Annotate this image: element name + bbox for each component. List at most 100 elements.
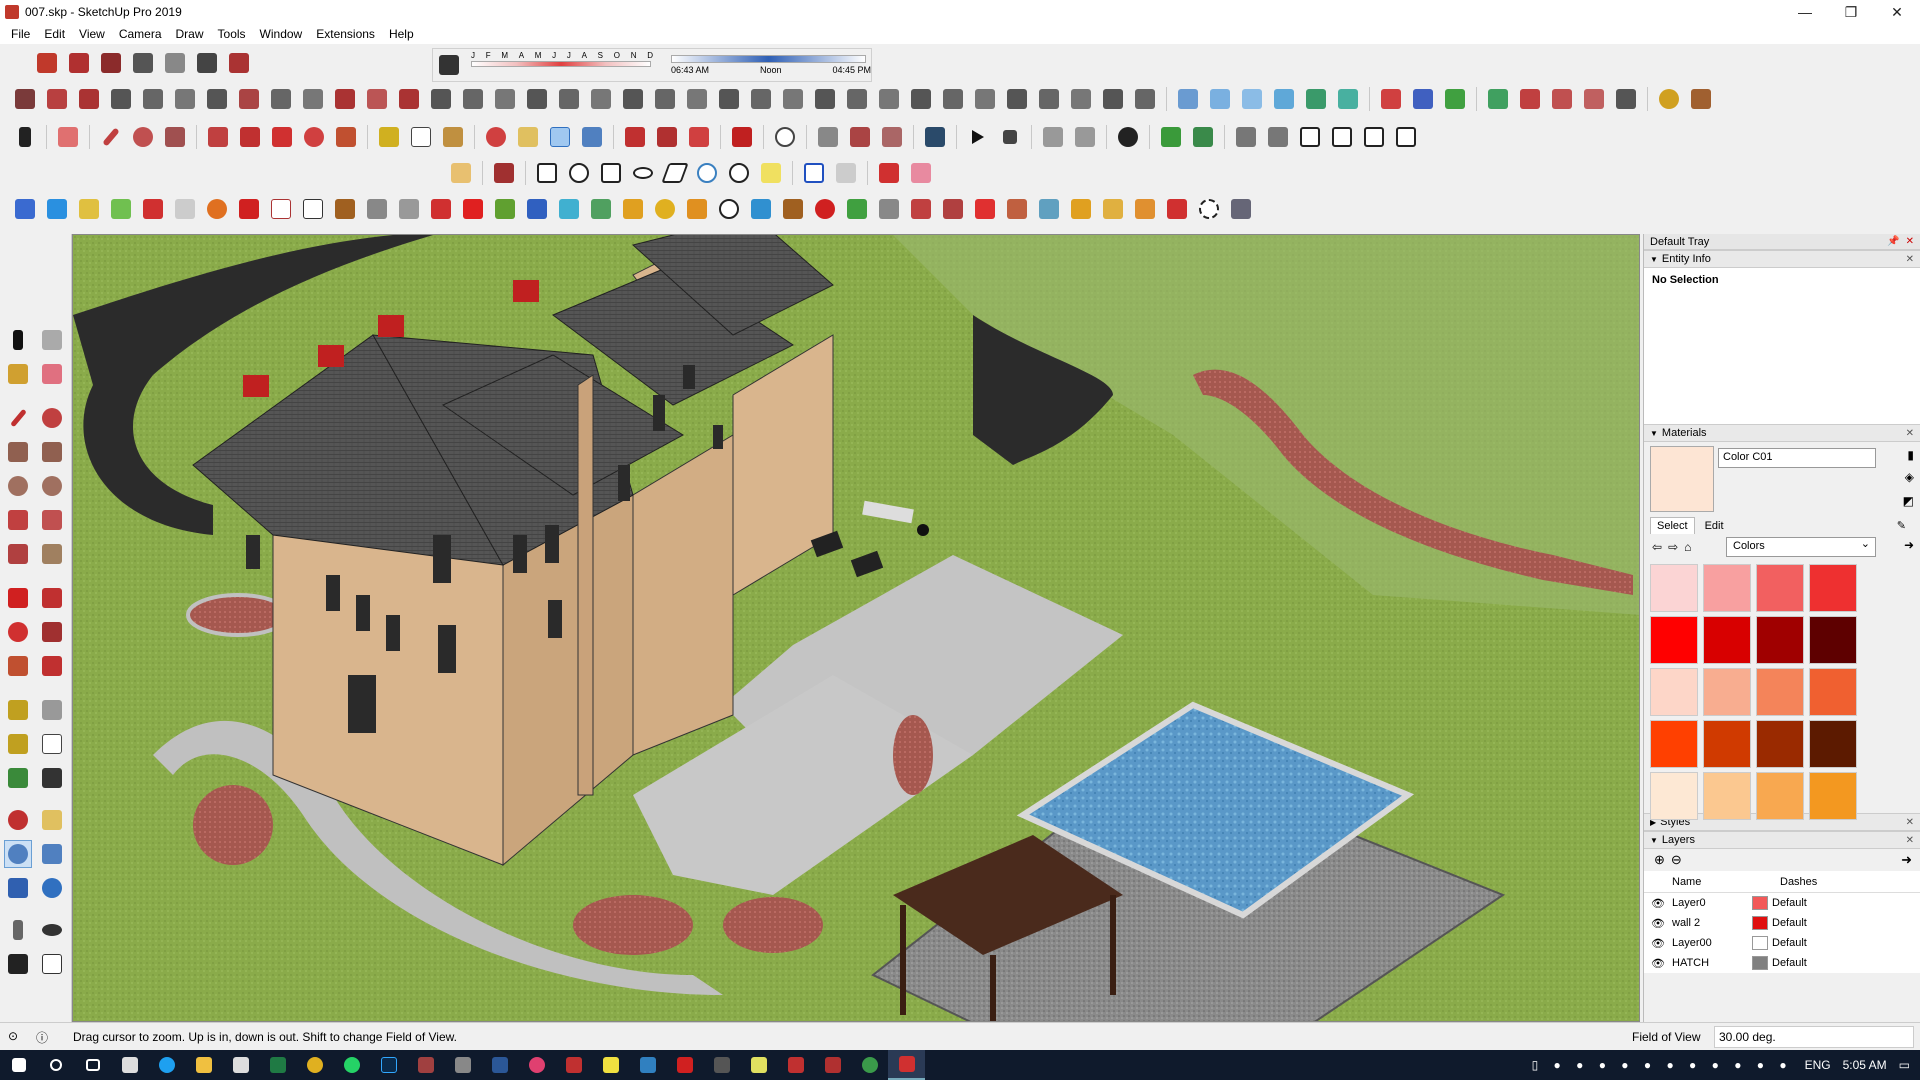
- tool-icon[interactable]: [1002, 84, 1032, 114]
- sample-paint-icon[interactable]: ✎: [1891, 517, 1912, 534]
- tool-icon[interactable]: [234, 194, 264, 224]
- tool-icon[interactable]: [266, 194, 296, 224]
- polygon-left-icon[interactable]: [38, 472, 66, 500]
- home-icon[interactable]: [1295, 122, 1325, 152]
- menu-edit[interactable]: Edit: [37, 27, 72, 41]
- tool-icon[interactable]: [1205, 84, 1235, 114]
- clock[interactable]: 5:05 AM: [1843, 1058, 1887, 1072]
- tool-icon[interactable]: [1034, 194, 1064, 224]
- left-view-icon[interactable]: [192, 48, 222, 78]
- tool-icon[interactable]: [1515, 84, 1545, 114]
- layer-name[interactable]: Layer0: [1672, 897, 1752, 909]
- tool-icon[interactable]: [1301, 84, 1331, 114]
- parallelogram-shape-icon[interactable]: [660, 158, 690, 188]
- layer-name[interactable]: wall 2: [1672, 917, 1752, 929]
- arc-tool-icon[interactable]: [128, 122, 158, 152]
- tool-icon[interactable]: [298, 84, 328, 114]
- tool-icon[interactable]: [1226, 194, 1256, 224]
- share-model-icon[interactable]: [684, 122, 714, 152]
- tool-icon[interactable]: [938, 194, 968, 224]
- pan-left-icon[interactable]: [38, 806, 66, 834]
- layers-details-icon[interactable]: ➜: [1901, 852, 1912, 868]
- account-icon[interactable]: [770, 122, 800, 152]
- panel-close-icon[interactable]: ✕: [1906, 835, 1914, 846]
- tool-icon[interactable]: [1391, 122, 1421, 152]
- menu-draw[interactable]: Draw: [169, 27, 211, 41]
- details-arrow-icon[interactable]: ➜: [1904, 538, 1914, 552]
- panel-close-icon[interactable]: ✕: [1906, 817, 1914, 828]
- material-swatch[interactable]: [1756, 668, 1804, 716]
- material-display-icon[interactable]: ▮: [1907, 448, 1914, 462]
- push-pull-left-icon[interactable]: [38, 584, 66, 612]
- visibility-eye-icon[interactable]: 👁: [1644, 897, 1672, 910]
- pin-icon[interactable]: 📌: [1887, 236, 1899, 247]
- tool-icon[interactable]: [74, 84, 104, 114]
- move-left-icon[interactable]: [4, 584, 32, 612]
- material-swatch[interactable]: [1650, 616, 1698, 664]
- tool-icon[interactable]: [330, 84, 360, 114]
- tool-icon[interactable]: [650, 194, 680, 224]
- language-indicator[interactable]: ENG: [1805, 1058, 1831, 1072]
- tool-icon[interactable]: [170, 194, 200, 224]
- rotate-left-icon[interactable]: [4, 618, 32, 646]
- tool-icon[interactable]: [877, 122, 907, 152]
- material-swatch[interactable]: [1809, 772, 1857, 820]
- rectangle-tool-icon[interactable]: [160, 122, 190, 152]
- three-point-arc-icon[interactable]: [4, 540, 32, 568]
- previous-view-icon[interactable]: [38, 874, 66, 902]
- material-swatch[interactable]: [1756, 772, 1804, 820]
- tool-icon[interactable]: [813, 122, 843, 152]
- tool-icon[interactable]: [266, 84, 296, 114]
- app-icon[interactable]: [629, 1050, 666, 1080]
- circle-shape-icon[interactable]: [564, 158, 594, 188]
- tool-icon[interactable]: [1156, 122, 1186, 152]
- zoom-extents-left-icon[interactable]: [4, 874, 32, 902]
- tool-icon[interactable]: [1034, 84, 1064, 114]
- tool-icon[interactable]: [202, 84, 232, 114]
- acrobat-icon[interactable]: [666, 1050, 703, 1080]
- material-swatch[interactable]: [1703, 564, 1751, 612]
- tool-icon[interactable]: [554, 84, 584, 114]
- layer-row[interactable]: 👁 HATCH Default: [1644, 953, 1920, 973]
- stop-icon[interactable]: [995, 122, 1025, 152]
- select-arrow-icon[interactable]: [4, 326, 32, 354]
- app-icon[interactable]: [777, 1050, 814, 1080]
- tool-icon[interactable]: [724, 158, 754, 188]
- default-material-icon[interactable]: ◩: [1903, 494, 1914, 508]
- tool-icon[interactable]: [586, 194, 616, 224]
- tool-icon[interactable]: [490, 84, 520, 114]
- text-left-icon[interactable]: [38, 730, 66, 758]
- paint-bucket-left-icon[interactable]: [4, 360, 32, 388]
- move-tool-icon[interactable]: [267, 122, 297, 152]
- select-tool-icon[interactable]: [10, 122, 40, 152]
- section-plane-icon[interactable]: [38, 950, 66, 978]
- curve-icon[interactable]: [692, 158, 722, 188]
- material-swatch[interactable]: [1703, 616, 1751, 664]
- tool-icon[interactable]: [42, 84, 72, 114]
- material-swatch[interactable]: [1650, 772, 1698, 820]
- front-view-icon[interactable]: [96, 48, 126, 78]
- tool-icon[interactable]: [906, 194, 936, 224]
- layer-color-swatch[interactable]: [1752, 956, 1768, 970]
- tool-icon[interactable]: [842, 194, 872, 224]
- polygon-shape-icon[interactable]: [596, 158, 626, 188]
- search-icon[interactable]: [37, 1050, 74, 1080]
- material-swatch[interactable]: [1703, 772, 1751, 820]
- tool-icon[interactable]: [799, 158, 829, 188]
- rectangle-shape-icon[interactable]: [532, 158, 562, 188]
- tool-icon[interactable]: [756, 158, 786, 188]
- current-material-swatch[interactable]: [1650, 446, 1714, 512]
- maximize-button[interactable]: ❐: [1828, 0, 1874, 24]
- tool-icon[interactable]: [714, 194, 744, 224]
- back-view-icon[interactable]: [160, 48, 190, 78]
- sketchup-taskbar-icon[interactable]: [888, 1050, 925, 1080]
- circle-left-icon[interactable]: [4, 472, 32, 500]
- tool-icon[interactable]: [906, 84, 936, 114]
- top-view-icon[interactable]: [64, 48, 94, 78]
- tool-icon[interactable]: [906, 158, 936, 188]
- eraser-icon[interactable]: [53, 122, 83, 152]
- tool-icon[interactable]: [650, 84, 680, 114]
- tool-icon[interactable]: [618, 194, 648, 224]
- start-icon[interactable]: [0, 1050, 37, 1080]
- materials-header[interactable]: ▼ Materials ✕: [1644, 424, 1920, 442]
